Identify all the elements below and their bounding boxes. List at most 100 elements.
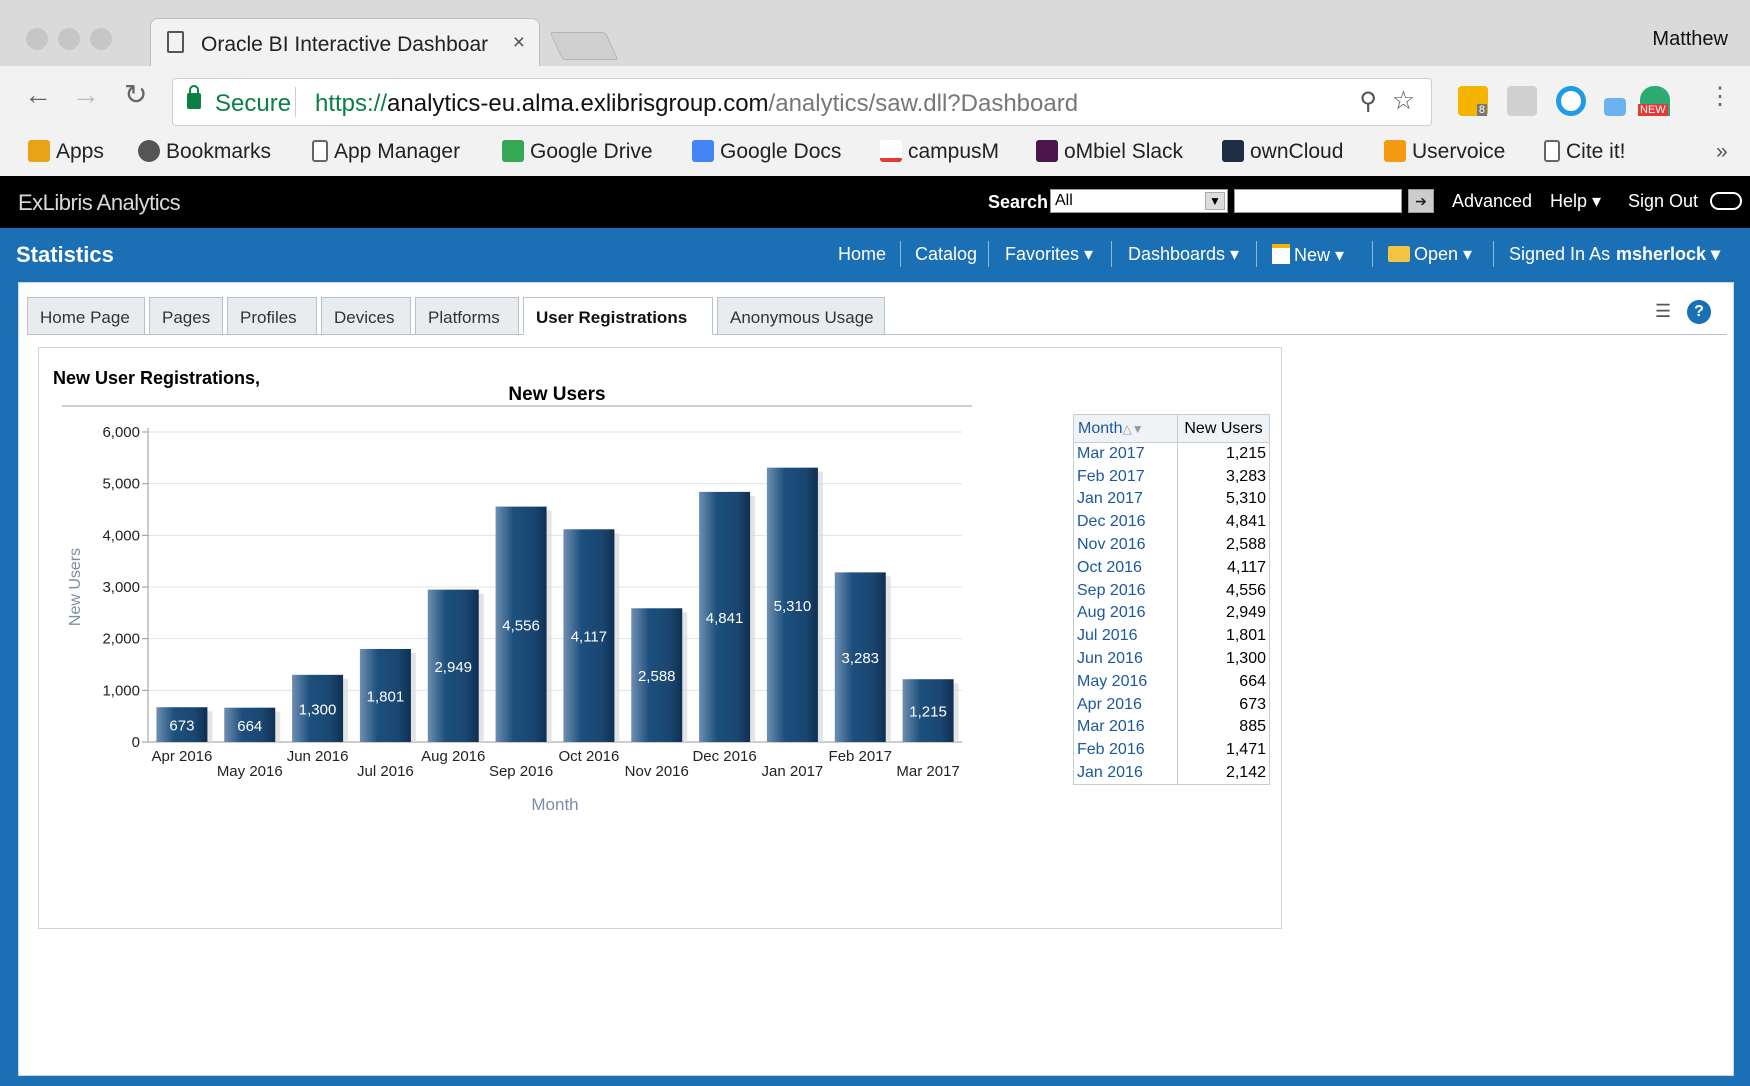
table-cell-new-users: 2,588: [1177, 533, 1270, 557]
campusm-icon: [880, 140, 902, 162]
bookmark-star-icon[interactable]: ☆: [1392, 85, 1415, 116]
bookmark-bookmarks[interactable]: Bookmarks: [138, 140, 271, 164]
bookmarks-overflow-icon[interactable]: »: [1716, 140, 1728, 164]
dashboards-menu[interactable]: Dashboards ▾: [1128, 244, 1239, 265]
table-cell-new-users: 1,801: [1177, 624, 1270, 648]
bookmark-google-docs[interactable]: Google Docs: [692, 140, 841, 164]
google-drive-icon: [502, 140, 524, 162]
lock-icon: [187, 85, 201, 109]
column-header-month[interactable]: Month△▼: [1073, 414, 1178, 443]
apps-grid-icon: [28, 140, 50, 162]
exlibris-logo: ExLibris Analytics: [18, 190, 181, 215]
bookmark-google-drive[interactable]: Google Drive: [502, 140, 653, 164]
tab-user-registrations[interactable]: User Registrations: [523, 297, 713, 335]
bookmark-cite-it[interactable]: Cite it!: [1544, 140, 1626, 164]
address-bar[interactable]: Secure https://analytics-eu.alma.exlibri…: [172, 78, 1432, 126]
toggle-icon[interactable]: [1710, 192, 1742, 210]
favorites-menu[interactable]: Favorites ▾: [1005, 244, 1093, 265]
table-row: Aug 2016 2,949: [1073, 602, 1270, 625]
url-text: https://analytics-eu.alma.exlibrisgroup.…: [315, 90, 1079, 117]
extension-square-icon[interactable]: [1507, 86, 1537, 116]
help-menu[interactable]: Help ▾: [1550, 191, 1601, 212]
catalog-link[interactable]: Catalog: [915, 244, 977, 265]
zoom-icon[interactable]: ⚲: [1359, 87, 1377, 116]
bookmark-campusm[interactable]: campusM: [880, 140, 999, 164]
table-cell-month[interactable]: Jan 2016: [1073, 761, 1178, 785]
table-cell-new-users: 3,283: [1177, 465, 1270, 489]
google-docs-icon: [692, 140, 714, 162]
table-cell-month[interactable]: Aug 2016: [1073, 602, 1178, 625]
divider: [1372, 241, 1373, 267]
table-cell-month[interactable]: Nov 2016: [1073, 533, 1178, 557]
search-go-button[interactable]: ➔: [1408, 189, 1434, 213]
home-link[interactable]: Home: [838, 244, 886, 265]
tab-anonymous-usage[interactable]: Anonymous Usage: [717, 297, 885, 335]
user-menu[interactable]: msherlock ▾: [1616, 244, 1720, 265]
table-row: Feb 2017 3,283: [1073, 465, 1270, 489]
menu-kebab-icon[interactable]: ⋮: [1708, 82, 1732, 112]
minimize-window-button[interactable]: [58, 28, 80, 50]
report-title: New User Registrations,: [53, 368, 261, 388]
table-cell-month[interactable]: Feb 2016: [1073, 738, 1178, 762]
sign-out-link[interactable]: Sign Out: [1628, 191, 1698, 212]
table-cell-new-users: 4,556: [1177, 579, 1270, 603]
bookmark-ombiel-slack[interactable]: oMbiel Slack: [1036, 140, 1183, 164]
table-cell-new-users: 885: [1177, 716, 1270, 739]
table-row: May 2016 664: [1073, 670, 1270, 694]
search-input[interactable]: [1234, 189, 1402, 213]
bookmarks-bar: Apps Bookmarks App Manager Google Drive …: [0, 136, 1750, 176]
open-menu[interactable]: Open ▾: [1388, 244, 1472, 265]
help-icon[interactable]: ?: [1687, 300, 1711, 324]
bookmark-uservoice[interactable]: Uservoice: [1384, 140, 1505, 164]
page-icon: [1544, 140, 1560, 162]
sort-icon[interactable]: △▼: [1122, 422, 1143, 436]
bookmark-owncloud[interactable]: ownCloud: [1222, 140, 1343, 164]
table-cell-month[interactable]: May 2016: [1073, 670, 1178, 694]
new-menu[interactable]: New ▾: [1272, 244, 1344, 266]
table-cell-month[interactable]: Jan 2017: [1073, 488, 1178, 511]
bookmark-apps[interactable]: Apps: [28, 140, 104, 164]
table-cell-month[interactable]: Jun 2016: [1073, 647, 1178, 671]
profile-name[interactable]: Matthew: [1652, 28, 1728, 51]
advanced-link[interactable]: Advanced: [1452, 191, 1532, 212]
reload-icon[interactable]: ↻: [124, 80, 147, 110]
bookmark-app-manager[interactable]: App Manager: [312, 140, 460, 164]
new-tab-button[interactable]: [549, 32, 619, 60]
page-title: Statistics: [16, 242, 114, 267]
table-cell-month[interactable]: Mar 2017: [1073, 442, 1178, 466]
search-scope-select[interactable]: All ▼: [1050, 189, 1228, 213]
table-row: Jan 2016 2,142: [1073, 761, 1270, 785]
tab-home-page[interactable]: Home Page: [27, 297, 145, 335]
table-row: Apr 2016 673: [1073, 693, 1270, 717]
browser-tab[interactable]: Oracle BI Interactive Dashboar ×: [150, 18, 540, 66]
tab-profiles[interactable]: Profiles: [227, 297, 317, 335]
folder-icon: [1388, 246, 1410, 262]
table-cell-month[interactable]: Apr 2016: [1073, 693, 1178, 717]
back-icon[interactable]: ←: [24, 80, 52, 110]
signed-in-label: Signed In As: [1509, 244, 1611, 264]
table-cell-month[interactable]: Mar 2016: [1073, 716, 1178, 739]
tab-devices[interactable]: Devices: [321, 297, 411, 335]
table-cell-month[interactable]: Jul 2016: [1073, 624, 1178, 648]
url-divider: [295, 87, 296, 117]
table-cell-month[interactable]: Sep 2016: [1073, 579, 1178, 603]
search-label: Search: [988, 192, 1049, 212]
table-row: Sep 2016 4,556: [1073, 579, 1270, 603]
extension-pen-icon[interactable]: [1604, 98, 1626, 116]
analytics-header: ExLibris Analytics Search All ▼ ➔ Advance…: [0, 176, 1750, 228]
page-options-icon[interactable]: ☰: [1655, 301, 1677, 323]
table-cell-month[interactable]: Feb 2017: [1073, 465, 1178, 489]
table-cell-month[interactable]: Dec 2016: [1073, 510, 1178, 534]
zoom-window-button[interactable]: [90, 28, 112, 50]
extension-new-icon[interactable]: NEW: [1638, 86, 1670, 116]
tab-platforms[interactable]: Platforms: [415, 297, 519, 335]
extension-calendar-icon[interactable]: 8: [1458, 86, 1488, 116]
tab-pages[interactable]: Pages: [149, 297, 223, 335]
close-window-button[interactable]: [26, 28, 48, 50]
table-row: Nov 2016 2,588: [1073, 533, 1270, 557]
forward-icon[interactable]: →: [72, 80, 100, 110]
table-cell-month[interactable]: Oct 2016: [1073, 556, 1178, 580]
tab-close-icon[interactable]: ×: [513, 31, 525, 55]
extension-circle-icon[interactable]: [1556, 86, 1586, 116]
chevron-down-icon: ▼: [1205, 192, 1225, 210]
